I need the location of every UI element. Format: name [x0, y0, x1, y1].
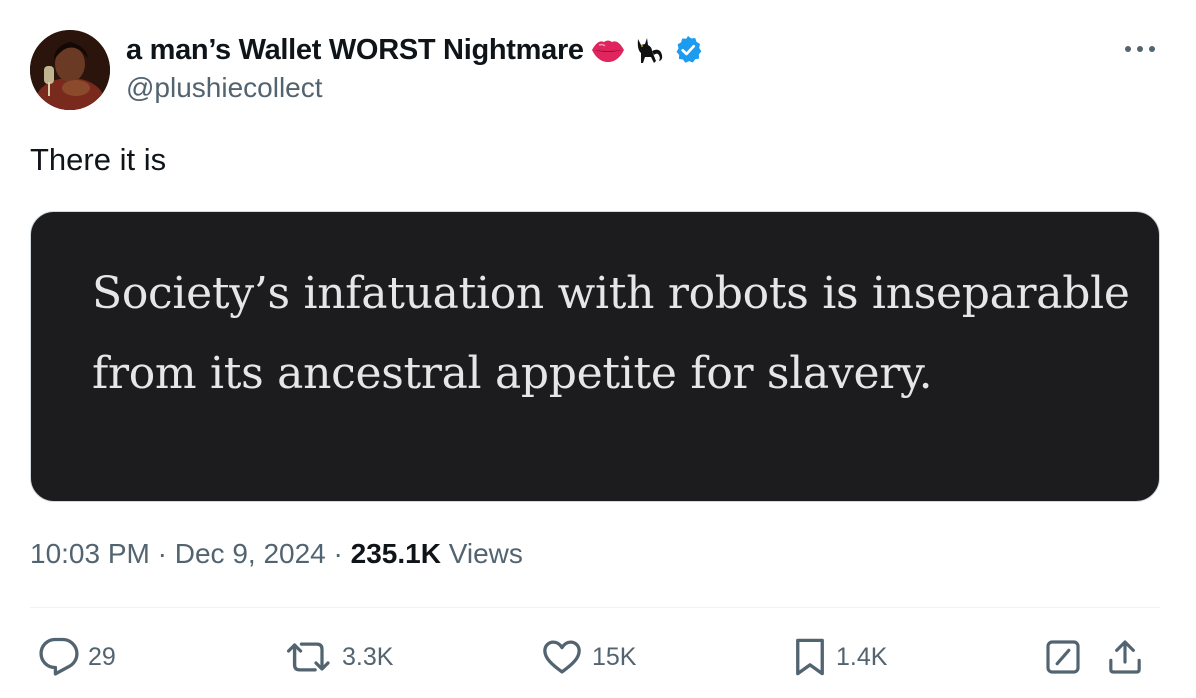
- grok-button[interactable]: [1040, 634, 1086, 680]
- meta-separator: ·: [333, 538, 343, 569]
- bookmark-icon: [796, 638, 824, 676]
- bookmark-button[interactable]: 1.4K: [792, 634, 887, 680]
- tweet-meta: 10:03 PM · Dec 9, 2024 · 235.1K Views: [30, 538, 523, 570]
- verified-badge-icon[interactable]: [672, 32, 704, 68]
- heart-icon: [543, 640, 581, 674]
- avatar[interactable]: [30, 30, 110, 110]
- lips-emoji-icon: [590, 32, 626, 68]
- views-label: Views: [448, 538, 523, 569]
- author-handle[interactable]: @plushiecollect: [126, 72, 323, 104]
- reply-count: 29: [88, 642, 116, 671]
- bookmark-count: 1.4K: [836, 642, 888, 671]
- more-dots-icon: [1125, 46, 1155, 52]
- reply-button[interactable]: 29: [38, 634, 116, 680]
- like-count: 15K: [592, 642, 637, 671]
- repost-count: 3.3K: [342, 642, 394, 671]
- tweet-date[interactable]: Dec 9, 2024: [175, 538, 326, 569]
- like-button[interactable]: 15K: [540, 634, 636, 680]
- views-count: 235.1K: [350, 538, 441, 569]
- tweet: a man’s Wallet WORST Nightmare @plushiec…: [0, 0, 1196, 698]
- tweet-text: There it is: [30, 142, 167, 177]
- reply-icon: [39, 637, 79, 676]
- media-quote-text: Society’s infatuation with robots is ins…: [92, 268, 1130, 399]
- share-icon: [1109, 640, 1141, 674]
- grok-icon: [1046, 640, 1080, 674]
- avatar-image: [30, 30, 110, 110]
- tweet-media-image[interactable]: Society’s infatuation with robots is ins…: [30, 211, 1160, 502]
- repost-icon: [286, 642, 330, 672]
- tweet-time[interactable]: 10:03 PM: [30, 538, 150, 569]
- black-cat-emoji-icon: [632, 32, 666, 68]
- author-display-name[interactable]: a man’s Wallet WORST Nightmare: [126, 34, 584, 67]
- more-options-button[interactable]: [1120, 34, 1160, 64]
- share-button[interactable]: [1102, 634, 1148, 680]
- meta-separator: ·: [157, 538, 167, 569]
- author-name-row: a man’s Wallet WORST Nightmare: [126, 30, 704, 70]
- divider: [30, 607, 1160, 608]
- repost-button[interactable]: 3.3K: [286, 634, 393, 680]
